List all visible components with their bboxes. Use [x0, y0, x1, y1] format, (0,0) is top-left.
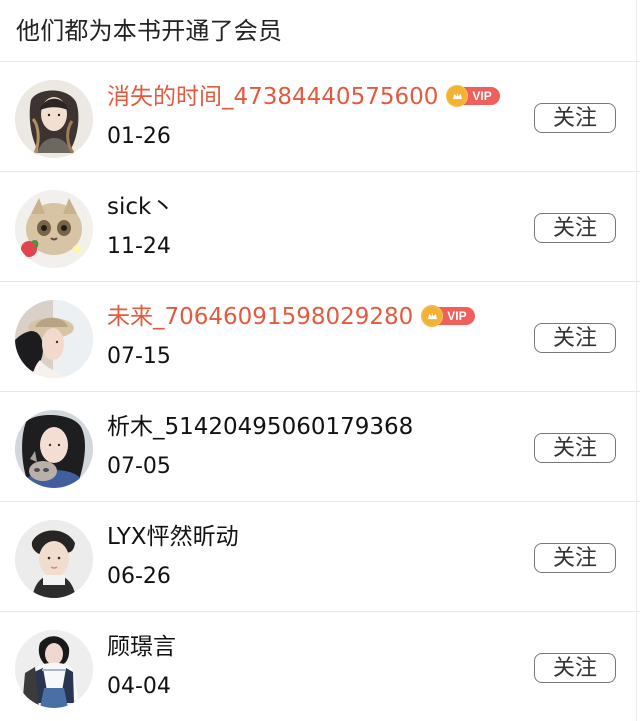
member-name[interactable]: LYX怦然昕动 [107, 524, 239, 550]
member-name[interactable]: 顾璟言 [107, 634, 176, 660]
follow-button[interactable]: 关注 [534, 433, 616, 463]
member-list: 消失的时间_47384440575600 VIP 01-26 关注 sick丶 … [0, 62, 640, 721]
anime-character-avatar-icon [15, 80, 93, 158]
follow-button[interactable]: 关注 [534, 323, 616, 353]
member-name[interactable]: 未来_70646091598029280 [107, 304, 413, 330]
member-row[interactable]: LYX怦然昕动 06-26 关注 [0, 502, 640, 612]
follow-button[interactable]: 关注 [534, 543, 616, 573]
member-name[interactable]: 消失的时间_47384440575600 [107, 84, 438, 110]
member-name[interactable]: sick丶 [107, 194, 174, 220]
member-date: 06-26 [107, 564, 171, 589]
follow-button[interactable]: 关注 [534, 103, 616, 133]
page-edge-divider [636, 0, 637, 721]
vip-badge: VIP [421, 305, 475, 328]
person-with-cat-avatar-icon [15, 410, 93, 488]
member-name-line: LYX怦然昕动 [107, 524, 239, 550]
avatar[interactable] [15, 410, 93, 488]
follow-button[interactable]: 关注 [534, 653, 616, 683]
member-name-line: sick丶 [107, 194, 174, 220]
avatar[interactable] [15, 80, 93, 158]
person-avatar-icon [15, 520, 93, 598]
fashion-person-avatar-icon [15, 630, 93, 708]
member-date: 07-15 [107, 344, 171, 369]
member-row[interactable]: sick丶 11-24 关注 [0, 172, 640, 282]
header: 他们都为本书开通了会员 [0, 0, 640, 62]
member-name-line: 未来_70646091598029280 VIP [107, 304, 475, 330]
member-date: 01-26 [107, 124, 171, 149]
member-row[interactable]: 消失的时间_47384440575600 VIP 01-26 关注 [0, 62, 640, 172]
page-title: 他们都为本书开通了会员 [16, 16, 283, 45]
member-date: 07-05 [107, 454, 171, 479]
person-cap-avatar-icon [15, 300, 93, 378]
avatar[interactable] [15, 190, 93, 268]
avatar[interactable] [15, 630, 93, 708]
vip-members-screen: 他们都为本书开通了会员 消失的时间_47384440575600 VIP 01-… [0, 0, 640, 721]
member-name[interactable]: 析木_51420495060179368 [107, 414, 413, 440]
member-row[interactable]: 析木_51420495060179368 07-05 关注 [0, 392, 640, 502]
member-name-line: 顾璟言 [107, 634, 176, 660]
cat-avatar-icon [15, 190, 93, 268]
member-date: 11-24 [107, 234, 171, 259]
avatar[interactable] [15, 520, 93, 598]
member-row[interactable]: 顾璟言 04-04 关注 [0, 612, 640, 721]
member-row[interactable]: 未来_70646091598029280 VIP 07-15 关注 [0, 282, 640, 392]
follow-button[interactable]: 关注 [534, 213, 616, 243]
member-name-line: 消失的时间_47384440575600 VIP [107, 84, 500, 110]
vip-badge: VIP [446, 85, 500, 108]
avatar[interactable] [15, 300, 93, 378]
member-name-line: 析木_51420495060179368 [107, 414, 413, 440]
member-date: 04-04 [107, 674, 171, 699]
